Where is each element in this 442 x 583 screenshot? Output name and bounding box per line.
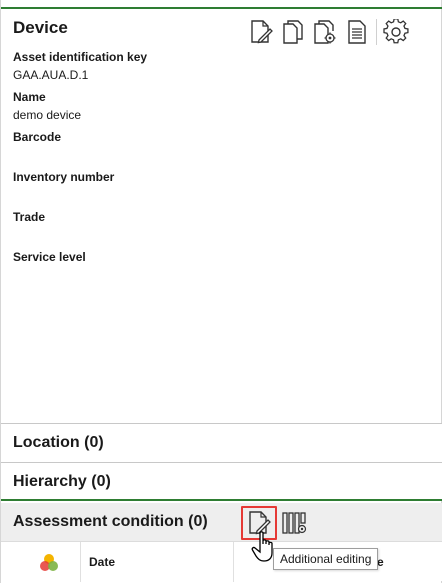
field-value[interactable]: demo device xyxy=(13,107,413,127)
status-column-header[interactable] xyxy=(1,542,81,582)
field-value[interactable] xyxy=(13,147,413,167)
field-value[interactable] xyxy=(13,227,413,247)
column-settings-button[interactable] xyxy=(277,506,313,540)
tooltip: Additional editing xyxy=(273,548,379,570)
field-label: Asset identification key xyxy=(13,50,148,64)
field-trade: Trade xyxy=(13,209,413,249)
column-divider xyxy=(233,542,234,582)
field-label: Barcode xyxy=(13,130,62,144)
columns-settings-icon xyxy=(282,512,307,534)
field-inventory-number: Inventory number xyxy=(13,169,413,209)
toolbar-separator xyxy=(376,19,377,45)
section-location[interactable]: Location (0) xyxy=(1,423,442,462)
copy-documents-icon[interactable] xyxy=(277,17,309,47)
section-hierarchy[interactable]: Hierarchy (0) xyxy=(1,462,442,501)
hand-cursor-icon xyxy=(251,531,273,562)
field-label: Name xyxy=(13,90,46,104)
field-label: Trade xyxy=(13,210,46,224)
status-traffic-light-icon xyxy=(40,554,58,571)
field-value[interactable] xyxy=(13,187,413,207)
section-assessment-condition: Assessment condition (0) xyxy=(1,503,442,541)
document-settings-icon[interactable] xyxy=(309,17,341,47)
section-title-assessment: Assessment condition (0) xyxy=(13,513,208,530)
app-frame: Device Asset identification key GAA.AUA.… xyxy=(0,0,442,583)
device-title: Device xyxy=(13,18,68,37)
gear-icon[interactable] xyxy=(380,17,412,47)
field-service-level: Service level xyxy=(13,249,413,289)
field-asset-id: Asset identification key GAA.AUA.D.1 xyxy=(13,49,413,89)
section-title-location: Location (0) xyxy=(13,434,104,451)
device-panel: Device Asset identification key GAA.AUA.… xyxy=(1,7,442,423)
field-label: Service level xyxy=(13,250,86,264)
date-column-header[interactable]: Date xyxy=(89,555,115,569)
section-title-hierarchy: Hierarchy (0) xyxy=(13,473,111,490)
device-toolbar xyxy=(245,17,412,47)
device-fields: Asset identification key GAA.AUA.D.1 Nam… xyxy=(13,49,413,289)
document-edit-icon[interactable] xyxy=(245,17,277,47)
document-text-icon[interactable] xyxy=(341,17,373,47)
field-value[interactable]: GAA.AUA.D.1 xyxy=(13,67,413,87)
field-name: Name demo device xyxy=(13,89,413,129)
field-barcode: Barcode xyxy=(13,129,413,169)
field-label: Inventory number xyxy=(13,170,115,184)
field-value[interactable] xyxy=(13,267,413,287)
